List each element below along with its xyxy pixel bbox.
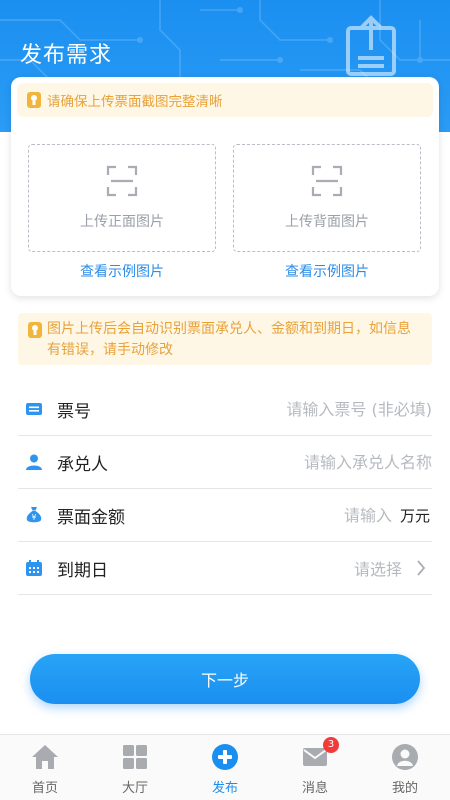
auto-recognition-notice: 图片上传后会自动识别票面承兑人、金额和到期日，如信息有错误，请手动修改: [18, 313, 432, 365]
amount-unit: 万元: [399, 506, 430, 525]
person-icon: [26, 454, 42, 470]
svg-text:¥: ¥: [32, 513, 37, 522]
tab-messages[interactable]: 3 消息: [270, 735, 360, 800]
amount-label: 票面金额: [57, 507, 125, 528]
bill-form: 票号 承兑人 ¥ 票面金额 万元 到期日 请选择: [18, 383, 432, 595]
view-front-sample-link[interactable]: 查看示例图片: [28, 261, 216, 281]
due-date-label: 到期日: [57, 560, 108, 581]
money-bag-icon: ¥: [26, 507, 42, 523]
amount-input[interactable]: [125, 500, 392, 530]
upload-card: 请确保上传票面截图完整清晰 上传正面图片 上传背面图片 查看示例图片 查看示例图…: [11, 77, 439, 296]
notice-text: 图片上传后会自动识别票面承兑人、金额和到期日，如信息有错误，请手动修改: [47, 321, 411, 358]
tab-publish-label: 发布: [211, 781, 238, 796]
page-title: 发布需求: [20, 43, 113, 68]
acceptor-input[interactable]: [108, 447, 432, 477]
upload-back-label: 上传背面图片: [285, 214, 369, 230]
tab-home-label: 首页: [31, 781, 58, 796]
due-date-select[interactable]: 请选择: [354, 556, 432, 580]
tab-mine[interactable]: 我的: [360, 735, 450, 800]
ticket-number-row: 票号: [18, 383, 432, 436]
user-icon: [392, 744, 418, 770]
tab-home[interactable]: 首页: [0, 735, 90, 800]
upload-front-label: 上传正面图片: [80, 214, 164, 230]
bottom-tab-bar: 首页 大厅 发布 3 消息 我的: [0, 734, 450, 800]
tab-messages-label: 消息: [301, 781, 328, 796]
ticket-number-label: 票号: [57, 401, 91, 422]
scan-frame-icon: [311, 165, 343, 197]
tab-hall[interactable]: 大厅: [90, 735, 180, 800]
upload-tip-text: 请确保上传票面截图完整清晰: [47, 94, 223, 110]
amount-row: ¥ 票面金额 万元: [18, 489, 432, 542]
lightbulb-icon: [28, 322, 42, 338]
due-date-placeholder: 请选择: [353, 560, 402, 579]
upload-back-button[interactable]: 上传背面图片: [233, 144, 421, 252]
grid-icon: [123, 745, 147, 769]
tab-hall-label: 大厅: [121, 781, 148, 796]
plus-circle-icon: [212, 744, 238, 770]
upload-tip-bar: 请确保上传票面截图完整清晰: [17, 83, 433, 117]
home-icon: [32, 745, 58, 769]
tab-publish[interactable]: 发布: [180, 735, 270, 800]
acceptor-label: 承兑人: [57, 454, 108, 475]
chevron-right-icon: [417, 560, 426, 576]
next-step-button[interactable]: 下一步: [30, 654, 420, 704]
calendar-icon: [26, 560, 42, 576]
message-count-badge: 3: [323, 737, 339, 753]
upload-document-icon: [346, 15, 396, 76]
upload-front-button[interactable]: 上传正面图片: [28, 144, 216, 252]
lightbulb-icon: [27, 92, 41, 108]
acceptor-row: 承兑人: [18, 436, 432, 489]
ticket-number-input[interactable]: [91, 394, 432, 424]
tab-mine-label: 我的: [391, 781, 418, 796]
ticket-icon: [26, 403, 42, 415]
scan-frame-icon: [106, 165, 138, 197]
due-date-row[interactable]: 到期日 请选择: [18, 542, 432, 595]
view-back-sample-link[interactable]: 查看示例图片: [233, 261, 421, 281]
